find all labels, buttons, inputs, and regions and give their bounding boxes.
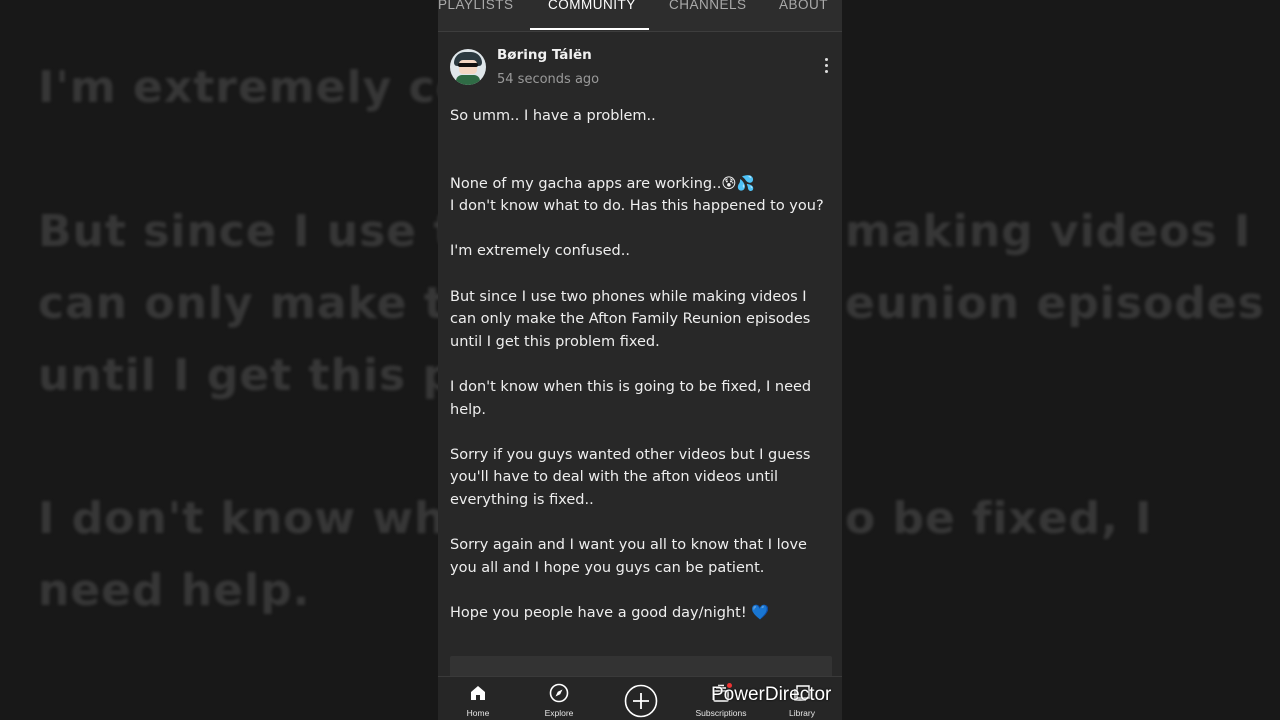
post-paragraph: None of my gacha apps are working..😰💦 I … [450, 175, 824, 215]
nav-explore[interactable]: Explore [519, 677, 599, 720]
post-paragraph: So umm.. I have a problem.. [450, 108, 656, 124]
compass-icon [549, 683, 569, 703]
post-paragraph: But since I use two phones while making … [450, 288, 811, 350]
active-tab-indicator [530, 28, 649, 30]
nav-home[interactable]: Home [438, 677, 518, 720]
nav-label: Explore [544, 708, 574, 718]
tab-playlists[interactable]: PLAYLISTS [438, 0, 514, 28]
home-icon [471, 686, 485, 700]
tab-community[interactable]: COMMUNITY [548, 0, 636, 28]
tab-channels[interactable]: CHANNELS [669, 0, 747, 28]
post-timestamp: 54 seconds ago [497, 72, 600, 87]
author-name[interactable]: Børing Tálën [497, 47, 592, 63]
nav-create[interactable] [600, 677, 680, 720]
post-header: Børing Tálën 54 seconds ago [438, 40, 842, 100]
nav-label: Library [789, 708, 815, 718]
video-watermark: PowerDirector [711, 684, 832, 705]
post-paragraph: I'm extremely confused.. [450, 243, 630, 260]
nav-label: Home [466, 708, 490, 718]
create-plus-icon [624, 684, 658, 718]
channel-tabs: PLAYLISTS COMMUNITY CHANNELS ABOUT [438, 0, 842, 32]
phone-screen: PLAYLISTS COMMUNITY CHANNELS ABOUT Børin… [438, 0, 842, 720]
nav-label: Subscriptions [695, 708, 747, 718]
post-paragraph: I don't know when this is going to be fi… [450, 378, 812, 418]
more-options-icon[interactable] [822, 58, 830, 76]
post-paragraph: Hope you people have a good day/night! 💙 [450, 604, 770, 621]
avatar[interactable] [450, 49, 486, 85]
post-paragraph: Sorry if you guys wanted other videos bu… [450, 446, 811, 508]
post-paragraph: Sorry again and I want you all to know t… [450, 537, 807, 576]
post-body: So umm.. I have a problem.. None of my g… [450, 105, 834, 647]
tab-about[interactable]: ABOUT [779, 0, 828, 28]
